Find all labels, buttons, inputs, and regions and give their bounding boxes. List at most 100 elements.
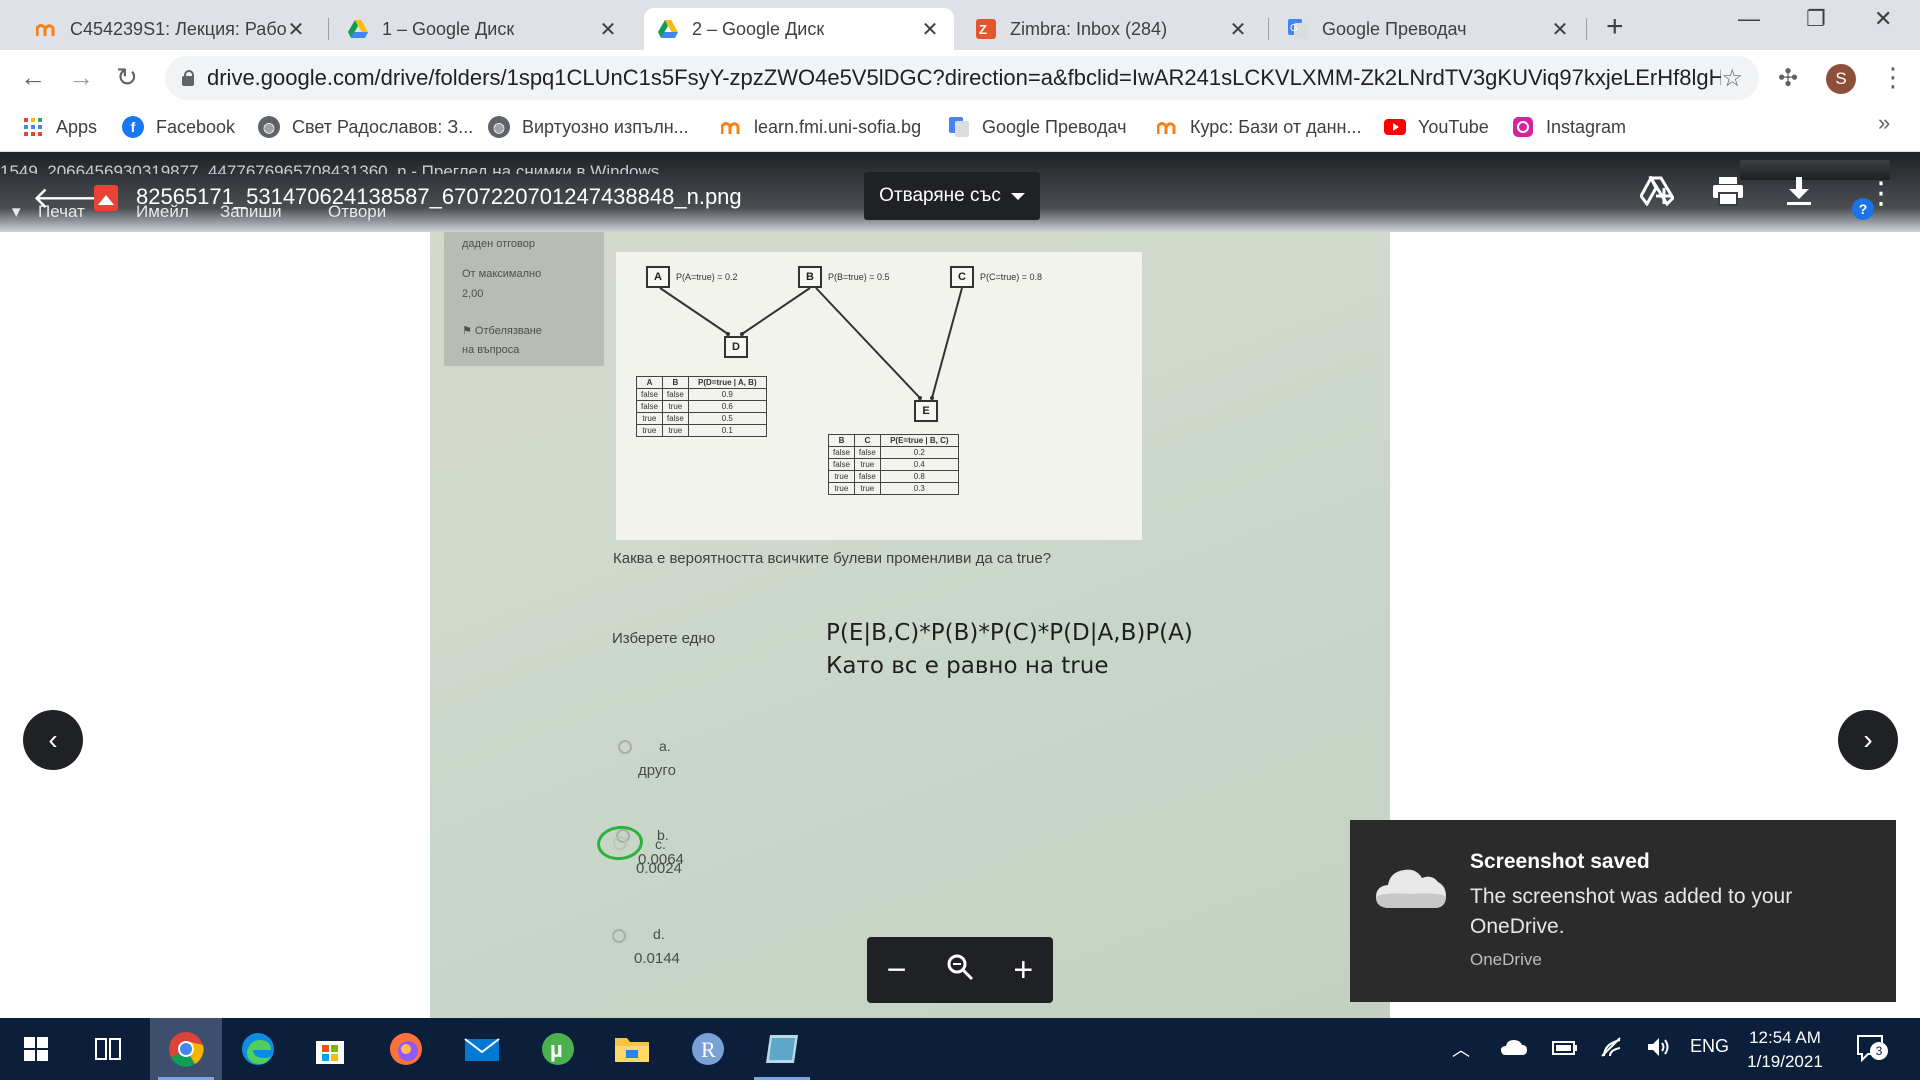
taskbar-edge[interactable] — [222, 1018, 294, 1080]
tab-google-translate[interactable]: G Google Преводач ✕ — [1274, 8, 1584, 50]
table-row: false true 0.6 — [636, 400, 767, 413]
zoom-in-button[interactable]: + — [1013, 951, 1033, 990]
question-text: Каква е вероятността всичките булеви про… — [613, 550, 1052, 567]
svg-text:Z: Z — [979, 22, 987, 37]
next-file-button[interactable]: › — [1838, 710, 1898, 770]
choose-one-label: Изберете едно — [612, 630, 716, 647]
tab-strip: C454239S1: Лекция: Работа ✕ 1 – Google Д… — [0, 0, 1920, 50]
taskbar-clock[interactable]: 12:54 AM 1/19/2021 — [1740, 1026, 1830, 1074]
table-header-row: B C P(E=true | B, C) — [828, 434, 959, 447]
input-language-indicator[interactable]: ENG — [1690, 1036, 1729, 1057]
node-c: C — [950, 266, 974, 288]
battery-icon[interactable] — [1552, 1040, 1578, 1061]
zoom-out-button[interactable]: − — [887, 951, 907, 990]
tab-zimbra-inbox[interactable]: Z Zimbra: Inbox (284) ✕ — [962, 8, 1262, 50]
extensions-puzzle-icon[interactable]: ✣ — [1778, 64, 1798, 93]
download-icon[interactable] — [1786, 176, 1812, 214]
quiz-info-line: на въпроса — [462, 344, 520, 356]
google-translate-icon: G — [1288, 19, 1308, 39]
moodle-icon — [36, 19, 56, 39]
taskbar-firefox[interactable] — [370, 1018, 442, 1080]
bookmark-instagram[interactable]: Instagram — [1512, 116, 1626, 138]
close-tab-icon[interactable]: ✕ — [1228, 17, 1248, 42]
taskbar-utorrent[interactable]: µ — [522, 1018, 594, 1080]
profile-avatar[interactable]: S — [1826, 64, 1856, 94]
action-center-button[interactable]: 3 — [1856, 1034, 1888, 1067]
address-bar[interactable]: drive.google.com/drive/folders/1spq1CLUn… — [165, 56, 1759, 100]
prior-c: P(C=true) = 0.8 — [980, 272, 1043, 282]
bookmark-virtuozno[interactable]: ◍ Виртуозно изпълн... — [488, 116, 689, 138]
previous-file-button[interactable]: ‹ — [23, 710, 83, 770]
bookmark-svet-radoslavov[interactable]: ◍ Свет Радославов: З... — [258, 116, 473, 138]
mail-icon — [464, 1038, 500, 1061]
taskbar-chrome[interactable] — [150, 1018, 222, 1080]
bookmark-youtube[interactable]: YouTube — [1384, 116, 1489, 138]
wifi-icon[interactable] — [1600, 1036, 1624, 1063]
close-tab-icon[interactable]: ✕ — [920, 17, 940, 42]
close-tab-icon[interactable]: ✕ — [598, 17, 618, 42]
zimbra-icon: Z — [976, 19, 996, 39]
start-button[interactable] — [0, 1018, 72, 1080]
bookmark-kurs-bazi[interactable]: Курс: Бази от данн... — [1156, 116, 1361, 138]
toast-title: Screenshot saved — [1470, 850, 1650, 873]
restore-window-button[interactable]: ❐ — [1806, 6, 1826, 32]
reload-button[interactable]: ↻ — [116, 62, 138, 93]
chrome-icon — [169, 1032, 204, 1067]
node-b: B — [798, 266, 822, 288]
taskbar-store[interactable] — [294, 1018, 366, 1080]
close-tab-icon[interactable]: ✕ — [286, 17, 306, 42]
onedrive-notification[interactable]: Screenshot saved The screenshot was adde… — [1350, 820, 1896, 1002]
onedrive-tray-icon[interactable] — [1500, 1038, 1528, 1061]
open-with-dropdown-icon — [1010, 192, 1025, 200]
print-icon[interactable] — [1712, 176, 1744, 214]
bookmark-google-translate[interactable]: Google Преводач — [948, 116, 1126, 138]
bookmark-star-icon[interactable]: ☆ — [1721, 64, 1743, 93]
clock-time: 12:54 AM — [1749, 1028, 1821, 1047]
bookmark-facebook[interactable]: f Facebook — [122, 116, 235, 138]
globe-icon: ◍ — [258, 116, 280, 138]
apps-grid-icon — [22, 116, 44, 138]
open-with-button[interactable]: Отваряне със — [864, 172, 1040, 220]
prior-a: P(A=true) = 0.2 — [676, 272, 738, 282]
option-a-letter: a. — [659, 738, 671, 754]
lock-icon[interactable] — [181, 70, 195, 86]
volume-icon[interactable] — [1646, 1036, 1672, 1063]
add-to-drive-icon[interactable] — [1639, 174, 1675, 214]
node-e: E — [914, 400, 938, 422]
minimize-window-button[interactable]: — — [1738, 6, 1760, 32]
tab-moodle-lecture[interactable]: C454239S1: Лекция: Работа ✕ — [22, 8, 320, 50]
globe-icon: ◍ — [488, 116, 510, 138]
taskbar-file-explorer[interactable] — [596, 1018, 668, 1080]
edge-icon — [242, 1033, 274, 1065]
tab-google-drive-2[interactable]: 2 – Google Диск ✕ — [644, 8, 954, 50]
task-view-button[interactable] — [72, 1018, 144, 1080]
viewer-header: 1549_2066456930319877_447767696570843136… — [0, 152, 1920, 232]
toast-source: OneDrive — [1470, 950, 1542, 969]
bookmark-learn-fmi[interactable]: learn.fmi.uni-sofia.bg — [720, 116, 921, 138]
taskbar-photos-viewer[interactable] — [746, 1018, 818, 1080]
help-icon[interactable]: ? — [1852, 198, 1874, 220]
url-text[interactable]: drive.google.com/drive/folders/1spq1CLUn… — [207, 65, 1721, 91]
forward-button[interactable]: → — [68, 62, 94, 93]
close-tab-icon[interactable]: ✕ — [1550, 17, 1570, 42]
taskbar-r-app[interactable]: R — [672, 1018, 744, 1080]
zoom-magnifier-icon[interactable] — [946, 951, 974, 990]
quiz-info-line: От максимално — [462, 268, 542, 280]
table-row: true false 0.8 — [828, 470, 959, 483]
option-a-radio — [618, 740, 632, 754]
browser-menu-icon[interactable]: ⋮ — [1880, 62, 1906, 93]
taskbar-mail[interactable] — [446, 1018, 518, 1080]
zoom-controls: − + — [867, 937, 1053, 1003]
table-row: false true 0.4 — [828, 458, 959, 471]
clock-date: 1/19/2021 — [1747, 1052, 1823, 1071]
close-window-button[interactable]: ✕ — [1874, 6, 1892, 32]
viewed-image: даден отговор От максимално 2,00 ⚑ Отбел… — [430, 232, 1390, 1018]
task-view-icon — [95, 1038, 121, 1060]
show-hidden-icons-chevron[interactable]: ︿ — [1452, 1036, 1470, 1062]
bookmark-apps[interactable]: Apps — [22, 116, 97, 138]
back-button[interactable]: ← — [20, 62, 46, 93]
tab-google-drive-1[interactable]: 1 – Google Диск ✕ — [334, 8, 632, 50]
new-tab-button[interactable]: + — [1606, 10, 1624, 44]
bookmarks-overflow-icon[interactable]: » — [1878, 110, 1890, 136]
option-c-letter: c. — [655, 836, 666, 852]
